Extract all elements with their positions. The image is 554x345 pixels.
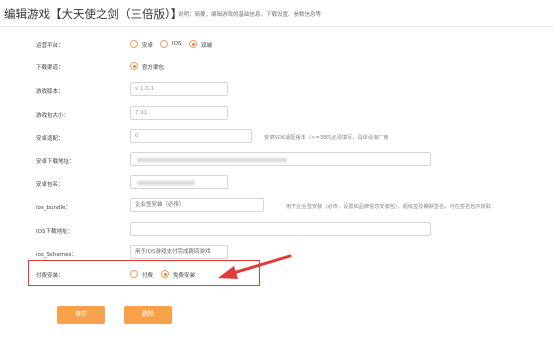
blurred-url <box>137 158 287 162</box>
header-divider <box>0 26 554 27</box>
download-channel-label: 下载渠道： <box>36 65 64 71</box>
delete-button[interactable]: 删除 <box>124 306 172 324</box>
platform-radio-dual[interactable] <box>189 40 197 48</box>
package-size-label: 游戏包大小： <box>36 113 70 119</box>
payment-option-paid: 付费 <box>142 273 154 279</box>
platform-label: 运营平台： <box>36 43 64 49</box>
ios-bundle-hint: 用于企业签安装（必传，设置如品牌信息安装包），超级签及静默签名，可在签名包中获取 <box>286 204 491 210</box>
page-description: 说明：简要，编辑游戏的基础信息、下载设置、参数信息等 <box>178 12 322 18</box>
game-version-input[interactable]: v 1.0.1 <box>130 82 228 96</box>
android-package-input[interactable] <box>130 175 228 189</box>
android-download-url-input[interactable] <box>130 152 431 166</box>
platform-option-dual: 双端 <box>201 43 213 49</box>
platform-option-ios: IOS <box>172 41 182 47</box>
blurred-package <box>137 181 195 185</box>
platform-radio-ios[interactable] <box>160 40 168 48</box>
payment-radio-free[interactable] <box>161 270 169 278</box>
page-title: 编辑游戏【大天使之剑（三倍版）】 <box>4 7 183 21</box>
platform-radio-android[interactable] <box>130 40 138 48</box>
ios-bundle-label: ios_bundle： <box>36 205 71 211</box>
android-adapt-hint: 安卓SDK适配版本（>=38时必须填写，具体请询厂商 <box>264 135 389 141</box>
ios-schemes-label: ios_Schemes： <box>36 252 78 258</box>
annotation-arrow-icon <box>218 254 292 279</box>
download-channel-radio[interactable] <box>130 62 138 70</box>
payment-option-free: 免费安装 <box>173 273 196 279</box>
game-version-label: 游戏版本： <box>36 89 64 95</box>
platform-option-android: 安卓 <box>142 43 154 49</box>
package-size-input[interactable]: 7.91 <box>130 106 228 120</box>
android-package-label: 安卓包名： <box>36 182 64 188</box>
payment-radio-paid[interactable] <box>130 270 138 278</box>
save-button[interactable]: 保存 <box>57 306 105 324</box>
ios-download-url-input[interactable] <box>130 222 431 236</box>
android-adapt-input[interactable]: 0 <box>130 129 252 143</box>
download-channel-option: 官方渠包 <box>142 65 165 71</box>
ios-bundle-input[interactable]: 企业签安装（必传） <box>130 198 264 212</box>
android-adapt-label: 安卓适配： <box>36 136 64 142</box>
android-download-url-label: 安卓下载地址： <box>36 159 75 165</box>
ios-download-url-label: IOS下载地址： <box>36 229 73 235</box>
payment-label: 付费安装： <box>36 273 64 279</box>
